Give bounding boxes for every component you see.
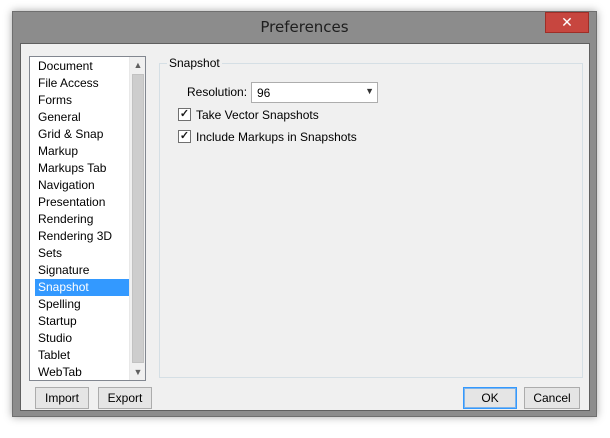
close-button[interactable]: ✕ [545,12,589,33]
category-scrollbar[interactable]: ▲ ▼ [129,57,145,380]
dialog-client-area: Document File Access Forms General Grid & Sn… [20,43,590,411]
preferences-dialog: Preferences ✕ Document File Access Forms Ge… [12,11,597,417]
import-button[interactable]: Import [35,387,89,409]
list-item[interactable]: Navigation [30,177,131,194]
scroll-thumb[interactable] [132,74,144,363]
list-item[interactable]: Markups Tab [30,160,131,177]
list-item[interactable]: General [30,109,131,126]
list-item[interactable]: File Access [30,75,131,92]
scroll-down-icon[interactable]: ▼ [130,364,145,380]
include-markups-label: Include Markups in Snapshots [196,130,357,144]
list-item[interactable]: Sets [30,245,131,262]
list-item[interactable]: Document [30,58,131,75]
list-item[interactable]: Signature [30,262,131,279]
export-button[interactable]: Export [98,387,152,409]
resolution-value: 96 [257,86,271,100]
list-item[interactable]: Spelling [30,296,131,313]
list-item[interactable]: Grid & Snap [30,126,131,143]
chevron-down-icon: ▼ [365,86,374,96]
category-list-items: Document File Access Forms General Grid & Sn… [30,58,131,380]
include-markups-checkbox[interactable]: ✓ [178,130,191,143]
list-item[interactable]: Markup [30,143,131,160]
resolution-select[interactable]: 96 ▼ [251,82,378,103]
list-item[interactable]: Startup [30,313,131,330]
close-icon: ✕ [561,15,573,31]
scroll-up-icon[interactable]: ▲ [130,57,145,73]
list-item[interactable]: Tablet [30,347,131,364]
category-list[interactable]: Document File Access Forms General Grid & Sn… [29,56,146,381]
list-item[interactable]: Forms [30,92,131,109]
list-item[interactable]: WebTab [30,364,131,380]
ok-button[interactable]: OK [463,387,517,409]
snapshot-group-label: Snapshot [167,56,222,70]
list-item[interactable]: Presentation [30,194,131,211]
list-item[interactable]: Rendering 3D [30,228,131,245]
take-vector-snapshots-checkbox[interactable]: ✓ [178,108,191,121]
list-item[interactable]: Snapshot [35,279,131,296]
take-vector-snapshots-label: Take Vector Snapshots [196,108,319,122]
resolution-label: Resolution: [187,85,248,99]
window-title: Preferences [260,18,349,36]
list-item[interactable]: Rendering [30,211,131,228]
cancel-button[interactable]: Cancel [524,387,580,409]
list-item[interactable]: Studio [30,330,131,347]
